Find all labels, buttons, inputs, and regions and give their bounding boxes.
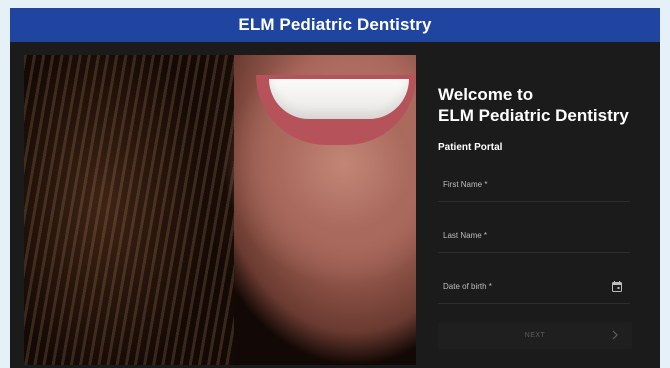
portal-subtitle: Patient Portal — [438, 142, 503, 153]
chevron-right-icon — [612, 330, 618, 340]
date-of-birth-field[interactable]: Date of birth * — [438, 273, 630, 304]
next-button[interactable]: NEXT — [438, 322, 632, 349]
photo-teeth — [269, 79, 409, 119]
date-of-birth-label: Date of birth * — [443, 282, 492, 291]
hero-photo — [24, 55, 416, 365]
first-name-field[interactable]: First Name * — [438, 171, 630, 202]
photo-hair-area — [24, 55, 234, 365]
last-name-field[interactable]: Last Name * — [438, 222, 630, 253]
welcome-heading: Welcome to ELM Pediatric Dentistry — [438, 84, 648, 126]
top-bar: ELM Pediatric Dentistry — [10, 8, 660, 42]
last-name-label: Last Name * — [443, 231, 488, 240]
calendar-icon[interactable] — [612, 281, 622, 292]
welcome-line-2: ELM Pediatric Dentistry — [438, 106, 629, 125]
first-name-label: First Name * — [443, 180, 488, 189]
welcome-line-1: Welcome to — [438, 85, 534, 104]
login-panel: Welcome to ELM Pediatric Dentistry Patie… — [436, 42, 646, 368]
page-title: ELM Pediatric Dentistry — [238, 15, 432, 34]
main-content: Welcome to ELM Pediatric Dentistry Patie… — [10, 42, 660, 368]
app-window: ELM Pediatric Dentistry Welcome to ELM P… — [10, 8, 660, 368]
next-button-label: NEXT — [524, 332, 546, 339]
